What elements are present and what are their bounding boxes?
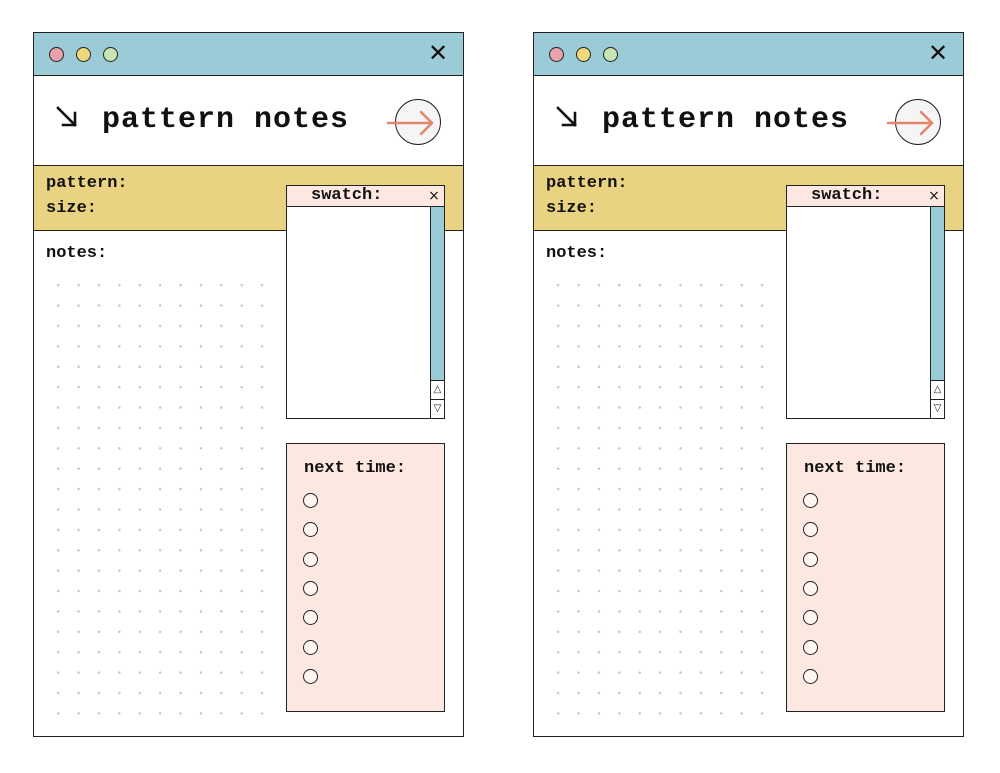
next-time-panel: next time: — [286, 443, 445, 712]
checkbox-circle-icon[interactable] — [803, 610, 818, 626]
checkbox-circle-icon[interactable] — [303, 522, 318, 538]
page-header: pattern notes — [34, 76, 463, 166]
close-icon[interactable]: ✕ — [427, 41, 449, 65]
close-icon[interactable]: × — [927, 186, 941, 206]
next-time-title: next time: — [804, 459, 907, 478]
arrow-right-icon — [886, 110, 934, 136]
pattern-field-label[interactable]: pattern: — [46, 174, 128, 194]
size-field-label[interactable]: size: — [546, 199, 597, 219]
notes-card-2: ✕ pattern notes pattern: size: notes: sw… — [533, 32, 964, 737]
arrow-down-right-icon — [556, 106, 577, 127]
checkbox-circle-icon[interactable] — [303, 668, 318, 684]
checkbox-circle-icon[interactable] — [303, 580, 318, 596]
window-dot-close[interactable] — [549, 47, 564, 62]
swatch-title: swatch: — [311, 186, 383, 205]
pattern-field-label[interactable]: pattern: — [546, 174, 628, 194]
swatch-window[interactable]: swatch: × △ ▽ — [286, 185, 445, 419]
next-button[interactable] — [886, 99, 941, 145]
scroll-up-icon[interactable]: △ — [931, 380, 944, 399]
arrow-down-right-icon — [56, 106, 77, 127]
checkbox-circle-icon[interactable] — [803, 493, 818, 508]
checkbox-circle-icon[interactable] — [303, 551, 318, 567]
window-dot-minimize[interactable] — [76, 47, 91, 62]
page-title: pattern notes — [102, 103, 350, 137]
page-header: pattern notes — [534, 76, 963, 166]
swatch-titlebar: swatch: × — [287, 186, 444, 207]
checkbox-circle-icon[interactable] — [803, 639, 818, 655]
window-titlebar: ✕ — [34, 33, 463, 76]
swatch-window[interactable]: swatch: × △ ▽ — [786, 185, 945, 419]
arrow-right-icon — [386, 110, 434, 136]
notes-label: notes: — [46, 244, 108, 263]
swatch-scrollbar[interactable]: △ ▽ — [430, 207, 444, 418]
notes-card-1: ✕ pattern notes pattern: size: notes: sw… — [33, 32, 464, 737]
checkbox-circle-icon[interactable] — [803, 551, 818, 567]
window-dot-minimize[interactable] — [576, 47, 591, 62]
swatch-title: swatch: — [811, 186, 883, 205]
checkbox-circle-icon[interactable] — [803, 580, 818, 596]
next-time-panel: next time: — [786, 443, 945, 712]
scroll-down-icon[interactable]: ▽ — [431, 399, 444, 418]
checkbox-circle-icon[interactable] — [303, 493, 318, 508]
checkbox-circle-icon[interactable] — [303, 610, 318, 626]
notes-label: notes: — [546, 244, 608, 263]
notes-dot-grid-area[interactable] — [48, 275, 270, 720]
checkbox-circle-icon[interactable] — [803, 522, 818, 538]
swatch-scrollbar[interactable]: △ ▽ — [930, 207, 944, 418]
close-icon[interactable]: ✕ — [927, 41, 949, 65]
scroll-down-icon[interactable]: ▽ — [931, 399, 944, 418]
window-dot-maximize[interactable] — [103, 47, 118, 62]
window-titlebar: ✕ — [534, 33, 963, 76]
swatch-titlebar: swatch: × — [787, 186, 944, 207]
window-dot-maximize[interactable] — [603, 47, 618, 62]
next-button[interactable] — [386, 99, 441, 145]
close-icon[interactable]: × — [427, 186, 441, 206]
scroll-up-icon[interactable]: △ — [431, 380, 444, 399]
notes-dot-grid-area[interactable] — [548, 275, 770, 720]
checkbox-circle-icon[interactable] — [303, 639, 318, 655]
size-field-label[interactable]: size: — [46, 199, 97, 219]
next-time-title: next time: — [304, 459, 407, 478]
window-dot-close[interactable] — [49, 47, 64, 62]
checkbox-circle-icon[interactable] — [803, 668, 818, 684]
page-title: pattern notes — [602, 103, 850, 137]
